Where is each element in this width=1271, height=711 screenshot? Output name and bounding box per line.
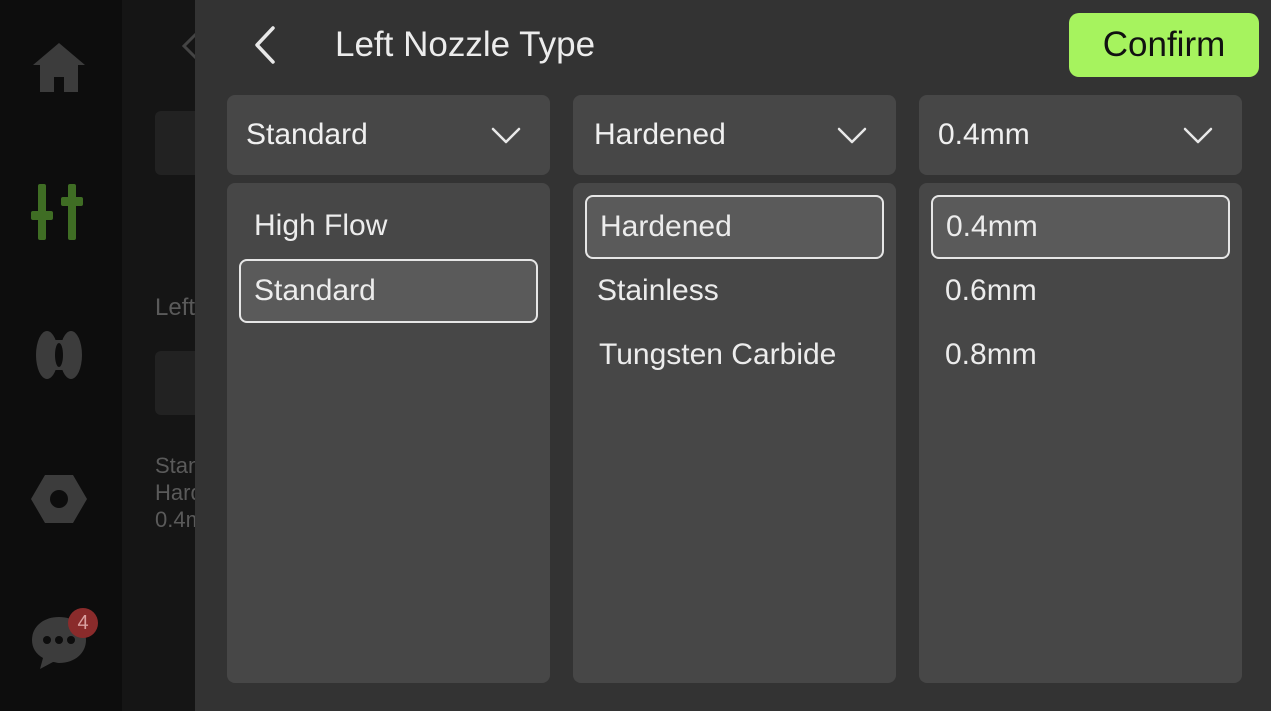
tune-icon[interactable] [28,181,90,243]
printer-screen: 4 Left Standard Hardened 0.4mm Left Nozz… [0,0,1271,711]
option-0-6mm[interactable]: 0.6mm [930,259,1229,323]
modal-title: Left Nozzle Type [335,25,596,64]
background-left-label: Left [155,294,196,321]
option-tungsten-carbide[interactable]: Tungsten Carbide [584,323,883,387]
material-dropdown-value: Hardened [594,118,726,151]
diameter-dropdown-value: 0.4mm [938,118,1030,151]
chevron-down-icon [1182,122,1214,148]
material-option-list: Hardened Stainless Tungsten Carbide [573,183,896,683]
diameter-dropdown[interactable]: 0.4mm [919,95,1242,175]
material-column: Hardened Hardened Stainless Tungsten Car… [573,95,896,683]
sidebar: 4 [0,0,122,711]
confirm-button[interactable]: Confirm [1069,13,1259,77]
filament-icon[interactable] [28,324,90,386]
chevron-left-icon [255,26,275,64]
diameter-column: 0.4mm 0.4mm 0.6mm 0.8mm [919,95,1242,683]
option-standard[interactable]: Standard [239,259,538,323]
chevron-down-icon [836,122,868,148]
nozzle-type-modal: Left Nozzle Type Confirm Standard High F… [195,0,1271,711]
chevron-down-icon [490,122,522,148]
back-button[interactable] [245,22,285,68]
flow-option-list: High Flow Standard [227,183,550,683]
diameter-option-list: 0.4mm 0.6mm 0.8mm [919,183,1242,683]
option-stainless[interactable]: Stainless [582,259,881,323]
notification-badge: 4 [68,608,98,638]
home-icon[interactable] [28,37,90,99]
flow-column: Standard High Flow Standard [227,95,550,683]
option-hardened[interactable]: Hardened [585,195,884,259]
flow-dropdown-value: Standard [246,118,368,151]
nozzle-hex-icon[interactable] [28,468,90,530]
flow-dropdown[interactable]: Standard [227,95,550,175]
option-high-flow[interactable]: High Flow [239,194,538,258]
option-0-4mm[interactable]: 0.4mm [931,195,1230,259]
material-dropdown[interactable]: Hardened [573,95,896,175]
option-0-8mm[interactable]: 0.8mm [930,323,1229,387]
